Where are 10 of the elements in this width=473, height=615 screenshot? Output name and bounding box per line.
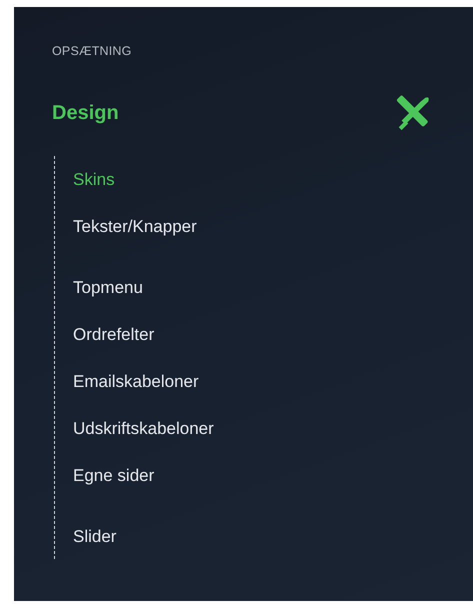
menu-item[interactable]: Egne sider [73, 462, 154, 490]
section-heading: OPSÆTNING [52, 44, 133, 58]
menu-item[interactable]: Tekster/Knapper [73, 213, 197, 241]
menu-item[interactable]: Topmenu [73, 274, 143, 302]
menu-item[interactable]: Udskriftskabeloner [73, 415, 214, 443]
menu-item[interactable]: Slider [73, 523, 116, 551]
menu-item[interactable]: Ordrefelter [73, 321, 154, 349]
group-label[interactable]: Design [52, 102, 119, 124]
menu-item[interactable]: Emailskabeloner [73, 368, 199, 396]
menu-item[interactable]: Skins [73, 166, 115, 194]
